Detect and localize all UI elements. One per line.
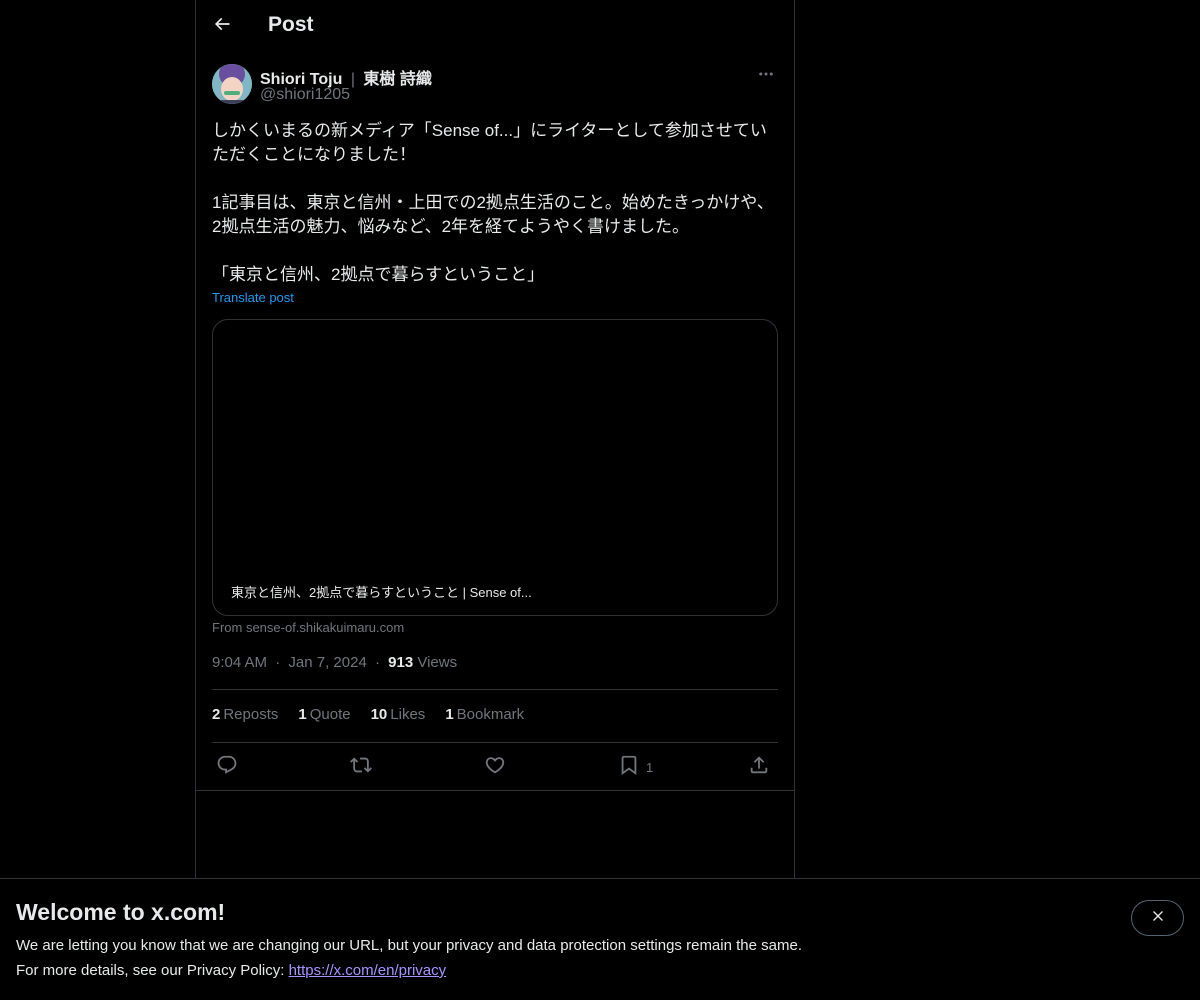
banner-title: Welcome to x.com! xyxy=(16,899,226,925)
quotes-count: 1 xyxy=(298,706,307,723)
welcome-banner: Welcome to x.com! We are letting you kno… xyxy=(0,878,1200,1000)
page-title: Post xyxy=(268,13,314,36)
bookmarks-stat[interactable]: 1 Bookmark xyxy=(445,706,524,723)
views-label: Views xyxy=(417,654,458,671)
name-separator: | xyxy=(350,71,355,88)
quotes-label: Quote xyxy=(309,706,351,723)
close-banner-button[interactable] xyxy=(1131,900,1184,936)
bookmark-button[interactable]: 1 xyxy=(618,755,653,779)
reposts-count: 2 xyxy=(212,706,221,723)
post-text-line: 「東京と信州、2拠点で暮らすということ」 xyxy=(212,265,545,284)
repost-button[interactable] xyxy=(350,755,372,779)
author-handle[interactable]: @shiori1205 xyxy=(260,86,350,104)
post-text-line: 1記事目は、東京と信州・上田での2拠点生活のこと。始めたきっかけや、 xyxy=(212,193,774,212)
quotes-stat[interactable]: 1 Quote xyxy=(298,706,350,723)
divider xyxy=(212,689,778,690)
top-bar: Post xyxy=(196,0,794,54)
post-meta: 9:04 AM · Jan 7, 2024 · 913 Views xyxy=(212,654,457,671)
bookmarks-count: 1 xyxy=(445,706,454,723)
repost-icon xyxy=(350,754,372,781)
share-icon xyxy=(748,754,770,781)
post-author: Shiori Toju | 東樹 詩織 @shiori1205 xyxy=(212,64,778,108)
like-button[interactable] xyxy=(484,755,506,779)
likes-count: 10 xyxy=(370,706,388,723)
likes-stat[interactable]: 10 Likes xyxy=(371,706,426,723)
post-date[interactable]: Jan 7, 2024 xyxy=(288,654,366,671)
post-time[interactable]: 9:04 AM xyxy=(212,654,267,671)
author-japanese-name: 東樹 詩織 xyxy=(363,71,432,88)
card-title: 東京と信州、2拠点で暮らすということ | Sense of... xyxy=(229,581,534,602)
views-count: 913 xyxy=(388,654,414,671)
bookmarks-label: Bookmark xyxy=(456,706,525,723)
link-card[interactable]: 東京と信州、2拠点で暮らすということ | Sense of... xyxy=(212,319,778,616)
reposts-stat[interactable]: 2 Reposts xyxy=(212,706,278,723)
more-icon xyxy=(757,65,775,88)
meta-separator: · xyxy=(275,654,281,671)
post-text-gap xyxy=(212,239,778,263)
post-actions: 1 xyxy=(212,755,778,781)
arrow-left-icon xyxy=(212,14,232,39)
divider xyxy=(196,790,794,791)
divider xyxy=(212,742,778,743)
reposts-label: Reposts xyxy=(223,706,279,723)
more-options-button[interactable] xyxy=(754,64,778,88)
post-text-gap xyxy=(212,167,778,191)
back-button[interactable] xyxy=(204,8,240,44)
post-text-line: しかくいまるの新メディア「Sense of...」にライターとして参加させてい xyxy=(212,121,767,140)
bookmark-count: 1 xyxy=(646,759,654,775)
heart-icon xyxy=(484,754,506,781)
share-button[interactable] xyxy=(748,755,770,779)
meta-separator: · xyxy=(374,654,380,671)
post-stats: 2 Reposts 1 Quote 10 Likes 1 Bookmark xyxy=(212,706,524,723)
translate-post-link[interactable]: Translate post xyxy=(212,290,294,305)
primary-column: Post Shiori Toju | 東樹 詩織 @shiori1205 しかく… xyxy=(195,0,795,1000)
avatar[interactable] xyxy=(212,64,252,104)
post-text: しかくいまるの新メディア「Sense of...」にライターとして参加させてい … xyxy=(212,119,778,287)
post-text-line: 2拠点生活の魅力、悩みなど、2年を経てようやく書けました。 xyxy=(212,217,690,236)
banner-privacy-prefix: For more details, see our Privacy Policy… xyxy=(16,962,289,979)
bookmark-icon xyxy=(618,754,640,781)
close-icon xyxy=(1150,908,1166,929)
banner-message: We are letting you know that we are chan… xyxy=(16,937,802,954)
card-source[interactable]: From sense-of.shikakuimaru.com xyxy=(212,620,404,635)
post-text-line: ただくことになりました！ xyxy=(212,145,416,164)
privacy-policy-link[interactable]: https://x.com/en/privacy xyxy=(289,962,447,979)
banner-privacy-text: For more details, see our Privacy Policy… xyxy=(16,962,446,979)
reply-button[interactable] xyxy=(216,755,238,779)
likes-label: Likes xyxy=(390,706,426,723)
reply-icon xyxy=(216,754,238,781)
